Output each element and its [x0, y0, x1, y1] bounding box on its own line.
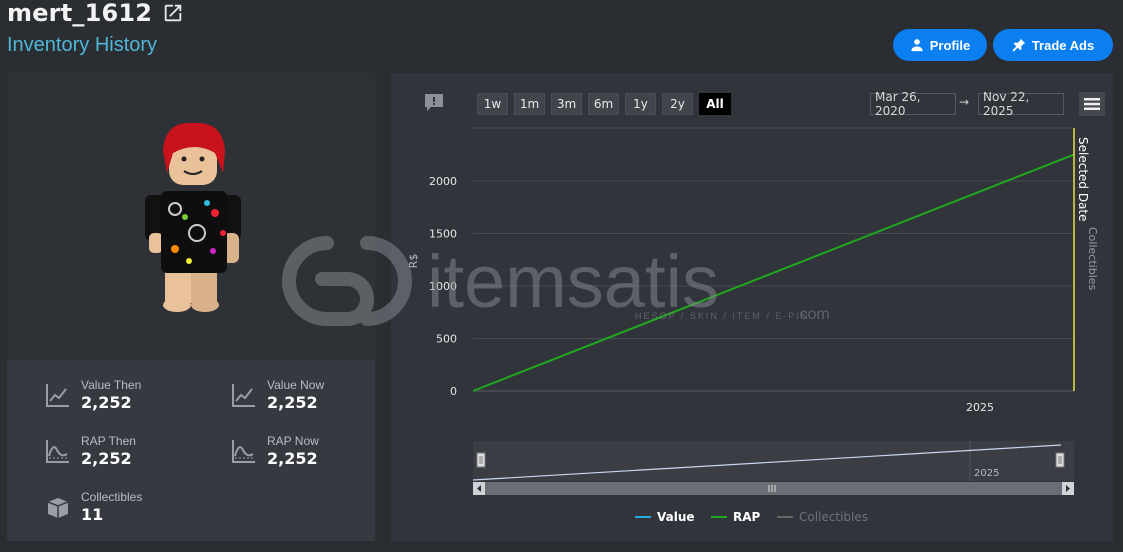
- rap-then-label: RAP Then: [81, 434, 136, 448]
- legend-rap-label: RAP: [733, 510, 761, 524]
- stat-collectibles: Collectibles 11: [45, 490, 142, 524]
- profile-button-label: Profile: [929, 37, 971, 53]
- stat-value-now: Value Now 2,252: [231, 378, 324, 412]
- stat-rap-now: RAP Now 2,252: [231, 434, 319, 468]
- collectibles-annotation-label: Collectibles: [1086, 227, 1099, 291]
- line-chart-icon: [46, 384, 69, 407]
- watermark-suffix: .com: [795, 306, 830, 323]
- value-then-label: Value Then: [81, 378, 142, 392]
- stat-value-then: Value Then 2,252: [45, 378, 141, 412]
- legend-value-label: Value: [657, 510, 695, 524]
- y-tick-label: 2000: [429, 175, 457, 188]
- profile-button[interactable]: Profile: [893, 29, 987, 61]
- legend-collectibles[interactable]: Collectibles: [777, 510, 868, 524]
- navigator-tick-label: 2025: [974, 468, 999, 479]
- collectibles-value: 11: [81, 505, 104, 524]
- selected-date-label: Selected Date: [1076, 137, 1090, 222]
- value-now-value: 2,252: [267, 393, 318, 412]
- legend-rap-swatch: [711, 516, 727, 518]
- legend-rap[interactable]: RAP: [711, 510, 760, 524]
- bell-curve-icon: [232, 440, 255, 463]
- chart-panel: 1w 1m 3m 6m 1y 2y All Mar 26, 2020 → Nov…: [282, 73, 1113, 541]
- value-now-label: Value Now: [267, 378, 325, 392]
- legend-value[interactable]: Value: [635, 510, 695, 524]
- box-icon: [47, 498, 69, 518]
- watermark-tagline: HESOP / SKIN / ITEM / E-PIN: [635, 311, 809, 321]
- navigator-right-handle[interactable]: [1055, 452, 1065, 468]
- value-then-value: 2,252: [81, 393, 132, 412]
- bell-curve-icon: [46, 440, 69, 463]
- stat-rap-then: RAP Then 2,252: [45, 434, 136, 468]
- external-link-icon[interactable]: [162, 2, 184, 24]
- line-chart-icon: [232, 384, 255, 407]
- x-tick-label: 2025: [966, 401, 994, 414]
- navigator-scrollbar[interactable]: [473, 482, 1074, 495]
- page-subtitle: Inventory History: [7, 34, 158, 56]
- navigator-left-handle[interactable]: [476, 452, 486, 468]
- legend-value-swatch: [635, 516, 651, 518]
- y-tick-label: 0: [450, 385, 457, 398]
- rap-now-value: 2,252: [267, 449, 318, 468]
- collectibles-label: Collectibles: [81, 490, 143, 504]
- pin-icon: [1012, 38, 1025, 52]
- rap-then-value: 2,252: [81, 449, 132, 468]
- itemsatis-watermark: itemsatis HESOP / SKIN / ITEM / E-PIN .c…: [282, 236, 830, 326]
- avatar: [145, 122, 241, 312]
- stats-area: Value Then 2,252 Value Now 2,252 RAP The…: [7, 360, 375, 541]
- legend-collectibles-label: Collectibles: [799, 510, 868, 524]
- legend-collectibles-swatch: [777, 516, 793, 518]
- user-icon: [911, 39, 923, 52]
- username: mert_1612: [7, 0, 153, 27]
- trade-ads-button-label: Trade Ads: [1031, 37, 1095, 53]
- rap-now-label: RAP Now: [267, 434, 319, 448]
- y-tick-label: 500: [436, 333, 457, 346]
- trade-ads-button[interactable]: Trade Ads: [993, 29, 1113, 61]
- user-header: mert_1612: [7, 0, 184, 30]
